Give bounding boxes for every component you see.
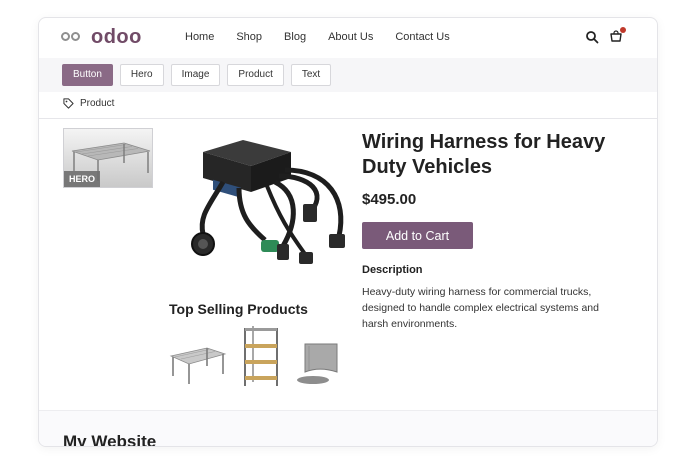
wiring-harness-image[interactable] (179, 136, 359, 286)
breadcrumb[interactable]: Product (63, 98, 114, 109)
add-to-cart-button[interactable]: Add to Cart (362, 222, 473, 249)
product-title: Wiring Harness for Heavy Duty Vehicles (362, 131, 606, 178)
description-heading: Description (362, 264, 423, 276)
top-selling-title: Top Selling Products (169, 301, 308, 317)
cart-badge (620, 27, 626, 33)
product-tag-icon (63, 98, 74, 109)
nav-home[interactable]: Home (185, 31, 214, 43)
nav-blog[interactable]: Blog (284, 31, 306, 43)
header-icons (585, 27, 626, 44)
nav-shop[interactable]: Shop (236, 31, 262, 43)
breadcrumb-label: Product (80, 98, 115, 109)
toolbar-button-product[interactable]: Product (227, 64, 284, 86)
top-product-shelving-unit[interactable] (241, 326, 283, 388)
description-text: Heavy-duty wiring harness for commercial… (362, 286, 599, 330)
hero-badge: HERO (64, 171, 101, 187)
nav-contact-us[interactable]: Contact Us (395, 31, 449, 43)
site-header: odoo Home Shop Blog About Us Contact Us (39, 18, 657, 58)
snippet-toolbar: Button Hero Image Product Text (39, 58, 657, 92)
site-logo[interactable]: odoo (61, 27, 142, 47)
hero-thumbnail[interactable]: HERO (63, 128, 153, 188)
top-product-steel-bench[interactable] (167, 336, 229, 386)
logo-mark-icon (61, 30, 83, 44)
top-product-curved-panel[interactable] (295, 338, 347, 386)
search-icon[interactable] (585, 30, 599, 44)
website-page: odoo Home Shop Blog About Us Contact Us (38, 17, 658, 447)
site-title: My Website (63, 432, 157, 447)
main-nav: Home Shop Blog About Us Contact Us (185, 31, 472, 43)
logo-text: odoo (91, 26, 142, 48)
toolbar-button-hero[interactable]: Hero (119, 64, 164, 86)
toolbar-button-text[interactable]: Text (290, 64, 332, 86)
nav-about-us[interactable]: About Us (328, 31, 373, 43)
toolbar-button-image[interactable]: Image (170, 64, 221, 86)
section-divider (39, 118, 657, 119)
toolbar-button-button[interactable]: Button (62, 64, 113, 86)
cart-button[interactable] (609, 27, 626, 44)
product-price: $495.00 (362, 191, 417, 208)
